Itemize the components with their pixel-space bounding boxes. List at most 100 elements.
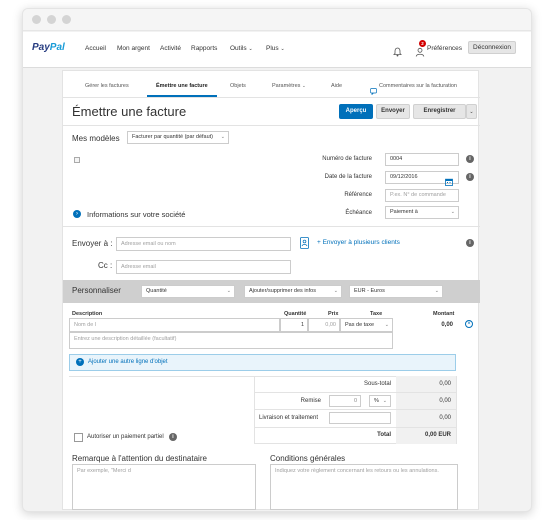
currency-select[interactable]: EUR - Euros ⌄ [349, 285, 443, 298]
add-remove-info-select[interactable]: Ajouter/supprimer des infos ⌄ [244, 285, 342, 298]
chevron-down-icon: ⌄ [382, 398, 387, 404]
partial-payment-label: Autoriser un paiement partiel [87, 434, 164, 440]
chevron-down-icon: ⌄ [384, 322, 389, 328]
item-tax-select[interactable]: Pas de taxe ⌄ [340, 318, 393, 332]
company-info-toggle[interactable]: Informations sur votre société [87, 210, 185, 219]
item-quantity-field[interactable]: 1 [280, 318, 308, 332]
discount-label: Remise [300, 398, 321, 404]
send-button[interactable]: Envoyer [376, 104, 410, 119]
item-price-field[interactable]: 0,00 [308, 318, 340, 332]
preview-button[interactable]: Aperçu [339, 104, 373, 119]
item-name-field[interactable]: Nom de l [69, 318, 280, 332]
nav-more[interactable]: Plus ⌄ [266, 45, 285, 52]
add-line-link[interactable]: Ajouter une autre ligne d'objet [88, 359, 168, 365]
shipping-label: Livraison et traitement [259, 415, 319, 421]
window-minimize-dot[interactable] [47, 15, 56, 24]
chevron-down-icon: ⌄ [248, 46, 253, 52]
send-multiple-link[interactable]: + Envoyer à plusieurs clients [317, 239, 400, 246]
invoice-number-field[interactable]: 0004 [385, 153, 459, 166]
subtotal-value: 0,00 [439, 381, 451, 387]
invoice-date-label: Date de la facture [324, 174, 372, 180]
contacts-icon[interactable] [300, 236, 309, 254]
chevron-right-icon[interactable]: › [73, 210, 81, 218]
cc-email-field[interactable]: Adresse email [116, 260, 291, 274]
nav-my-money[interactable]: Mon argent [117, 45, 150, 52]
due-date-value: Paiement à [390, 209, 418, 215]
currency-value: EUR - Euros [354, 288, 385, 294]
recipient-email-field[interactable]: Adresse email ou nom [116, 237, 291, 251]
due-date-select[interactable]: Paiement à ⌄ [385, 206, 459, 219]
invoice-number-label: Numéro de facture [322, 156, 372, 162]
col-tax: Taxe [370, 311, 383, 317]
window-close-dot[interactable] [32, 15, 41, 24]
nav-activity[interactable]: Activité [160, 45, 181, 52]
customize-label: Personnaliser [72, 286, 121, 295]
totals-left-divider [69, 376, 261, 377]
nav-tools[interactable]: Outils ⌄ [230, 45, 253, 52]
discount-unit-select[interactable]: % ⌄ [369, 395, 391, 407]
logo-text-pay: Pay [32, 42, 50, 53]
totals-row-divider [254, 392, 457, 393]
chevron-down-icon: ⌄ [450, 209, 455, 215]
shipping-value: 0,00 [439, 415, 451, 421]
nav-more-label: Plus [266, 45, 279, 52]
item-tax-value: Pas de taxe [345, 322, 375, 328]
shipping-field[interactable] [329, 412, 391, 424]
info-icon[interactable]: i [466, 155, 474, 163]
plus-icon[interactable]: + [76, 358, 84, 366]
save-button[interactable]: Enregistrer [413, 104, 466, 119]
logout-button[interactable]: Déconnexion [468, 41, 516, 54]
terms-field[interactable]: Indiquez votre règlement concernant les … [270, 464, 458, 510]
tab-items[interactable]: Objets [230, 83, 246, 89]
tab-invoice-feedback[interactable]: Commentaires sur la facturation [379, 83, 457, 89]
chevron-down-icon: ⌄ [220, 134, 225, 140]
total-label: Total [377, 432, 391, 438]
notification-badge: 2 [419, 40, 426, 47]
reference-field[interactable]: P.ex. N° de commande [385, 189, 459, 202]
page-title: Émettre une facture [72, 104, 187, 119]
nav-home[interactable]: Accueil [85, 45, 106, 52]
discount-value: 0,00 [439, 398, 451, 404]
paypal-logo[interactable]: PayPal [32, 42, 65, 53]
chevron-down-icon: ⌄ [434, 288, 439, 294]
quantity-select-value: Quantité [146, 288, 167, 294]
title-bar [23, 9, 531, 31]
tab-create-invoice[interactable]: Émettre une facture [156, 83, 208, 89]
tab-settings-label: Paramètres [272, 83, 301, 89]
template-select[interactable]: Facturer par quantité (par défaut) ⌄ [127, 131, 229, 144]
col-quantity: Quantité [284, 311, 307, 317]
nav-reports[interactable]: Rapports [191, 45, 217, 52]
col-amount: Montant [433, 311, 455, 317]
recipient-note-title: Remarque à l'attention du destinataire [72, 454, 207, 463]
chevron-down-icon: ⌄ [469, 109, 474, 115]
info-icon[interactable]: i [466, 239, 474, 247]
save-options-button[interactable]: ⌄ [466, 104, 477, 119]
info-icon[interactable]: i [466, 173, 474, 181]
invoice-date-value: 09/12/2016 [390, 174, 418, 180]
recipient-note-field[interactable]: Par exemple, "Merci d [72, 464, 256, 510]
discount-field[interactable]: 0 [329, 395, 361, 407]
bell-icon[interactable] [393, 44, 402, 62]
add-remove-info-value: Ajouter/supprimer des infos [249, 288, 316, 294]
section-divider [63, 226, 480, 227]
total-value: 0,00 EUR [424, 432, 451, 438]
chevron-down-icon: ⌄ [280, 46, 285, 52]
totals-row-divider [254, 409, 457, 410]
tab-settings[interactable]: Paramètres ⌄ [272, 83, 306, 89]
header-divider [63, 125, 480, 126]
logo-placeholder-image[interactable] [74, 157, 80, 163]
chevron-down-icon: ⌄ [301, 83, 306, 88]
tab-manage-invoices[interactable]: Gérer les factures [85, 83, 129, 89]
tab-help[interactable]: Aide [331, 83, 342, 89]
preferences-link[interactable]: Préférences [427, 45, 462, 52]
window-maximize-dot[interactable] [62, 15, 71, 24]
col-description: Description [72, 311, 103, 317]
quantity-select[interactable]: Quantité ⌄ [141, 285, 235, 298]
partial-payment-checkbox[interactable] [74, 433, 83, 442]
item-description-field[interactable]: Entrez une description détaillée (facult… [69, 332, 393, 349]
remove-line-icon[interactable]: × [465, 320, 473, 328]
tabs-divider [63, 97, 480, 98]
chevron-down-icon: ⌄ [226, 288, 231, 294]
templates-label: Mes modèles [72, 134, 120, 143]
info-icon[interactable]: i [169, 433, 177, 441]
